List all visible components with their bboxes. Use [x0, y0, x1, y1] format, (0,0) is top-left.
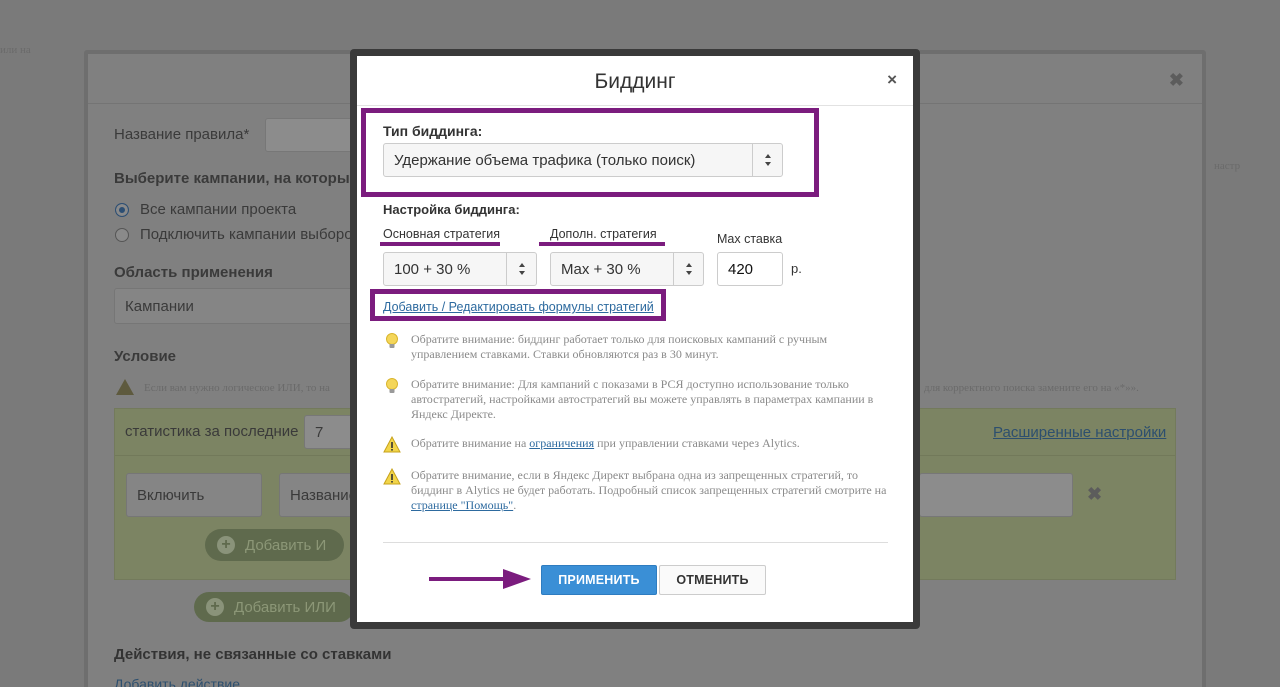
warning-icon: [116, 379, 134, 395]
settings-label: Настройка биддинга:: [383, 202, 520, 217]
note-search-only-text: Обратите внимание: биддинг работает толь…: [411, 332, 828, 361]
radio-select-campaigns[interactable]: [115, 228, 129, 242]
extra-strategy-select[interactable]: Max + 30 %: [550, 252, 704, 286]
main-strategy-label: Основная стратегия: [383, 227, 501, 241]
metric-select-value: Название: [290, 486, 358, 504]
extra-strategy-label: Дополн. стратегия: [550, 227, 657, 241]
lightbulb-icon: [386, 333, 398, 348]
advanced-settings-link[interactable]: Расширенные настройки: [993, 424, 1166, 441]
note-search-only: Обратите внимание: биддинг работает толь…: [383, 332, 903, 364]
warning-icon: [383, 468, 401, 485]
note-rsya: Обратите внимание: Для кампаний с показа…: [383, 377, 903, 423]
add-or-label: Добавить ИЛИ: [234, 598, 336, 616]
bidding-type-select[interactable]: Удержание объема трафика (только поиск): [383, 143, 783, 177]
main-strategy-value: 100 + 30 %: [394, 260, 471, 278]
scope-heading: Область применения: [114, 264, 273, 281]
condition-heading: Условие: [114, 348, 177, 365]
add-or-button[interactable]: + Добавить ИЛИ: [194, 592, 354, 622]
warning-icon: [383, 436, 401, 453]
metric-select[interactable]: Название: [279, 473, 359, 517]
select-arrows-icon: [752, 144, 782, 176]
rule-name-label: Название правила*: [114, 126, 250, 143]
plus-icon: +: [217, 536, 235, 554]
bidding-dialog: Биддинг × Тип биддинга: Удержание объема…: [350, 49, 920, 629]
include-select[interactable]: Включить: [126, 473, 262, 517]
formulas-link[interactable]: Добавить / Редактировать формулы стратег…: [383, 300, 654, 314]
apply-button[interactable]: ПРИМЕНИТЬ: [541, 565, 657, 595]
bg-fragment-right: настр: [1214, 160, 1241, 172]
plus-icon: +: [206, 598, 224, 616]
add-action-link[interactable]: Добавить действие: [114, 676, 240, 687]
arrow-right-icon: [429, 569, 531, 589]
extra-strategy-value: Max + 30 %: [561, 260, 641, 278]
close-icon[interactable]: ×: [887, 70, 897, 90]
dialog-title: Биддинг: [594, 70, 676, 93]
cancel-button[interactable]: ОТМЕНИТЬ: [659, 565, 766, 595]
select-arrows-icon: [673, 253, 703, 285]
dialog-header: Биддинг ×: [357, 56, 913, 106]
bg-fragment-left: или на: [0, 44, 31, 56]
main-strategy-select[interactable]: 100 + 30 %: [383, 252, 537, 286]
dialog-divider: [383, 542, 888, 543]
max-bid-label: Max ставка: [717, 232, 783, 246]
lightbulb-icon: [386, 378, 398, 393]
limits-link[interactable]: ограничения: [529, 436, 594, 450]
condition-value-input[interactable]: [919, 473, 1073, 517]
actions-heading: Действия, не связанные со ставками: [114, 646, 392, 663]
condition-hint-right: для корректного поиска замените его на «…: [924, 382, 1139, 394]
bidding-type-value: Удержание объема трафика (только поиск): [394, 151, 696, 169]
background-close-icon[interactable]: ✖: [1169, 70, 1184, 91]
include-select-value: Включить: [137, 486, 205, 504]
select-arrows-icon: [506, 253, 536, 285]
condition-hint-left: Если вам нужно логическое ИЛИ, то на: [144, 382, 330, 394]
add-and-label: Добавить И: [245, 536, 327, 554]
currency-label: р.: [791, 261, 802, 276]
note-rsya-text: Обратите внимание: Для кампаний с показа…: [411, 377, 874, 421]
annotation-underline-extra: [539, 242, 665, 246]
annotation-underline-main: [380, 242, 500, 246]
scope-select[interactable]: Кампании: [114, 288, 354, 324]
remove-condition-icon[interactable]: ✖: [1087, 484, 1102, 505]
scope-select-value: Кампании: [125, 297, 194, 315]
max-bid-input[interactable]: [717, 252, 783, 286]
note-forbidden-text-before: Обратите внимание, если в Яндекс Директ …: [411, 468, 887, 497]
campaigns-heading: Выберите кампании, на которые: [114, 170, 358, 187]
help-page-link[interactable]: странице "Помощь": [411, 498, 513, 512]
note-limits-text-after: при управлении ставками через Alytics.: [594, 436, 800, 450]
radio-all-label: Все кампании проекта: [140, 201, 297, 218]
radio-all-campaigns[interactable]: [115, 203, 129, 217]
radio-select-label: Подключить кампании выборочно: [140, 226, 377, 243]
note-forbidden: Обратите внимание, если в Яндекс Директ …: [383, 468, 903, 516]
note-limits: Обратите внимание на ограничения при упр…: [383, 436, 903, 454]
note-limits-text-before: Обратите внимание на: [411, 436, 530, 450]
bidding-type-label: Тип биддинга:: [383, 123, 483, 139]
add-and-button[interactable]: + Добавить И: [205, 529, 345, 561]
stats-label: статистика за последние: [125, 423, 299, 440]
note-forbidden-text-after: .: [513, 498, 517, 512]
